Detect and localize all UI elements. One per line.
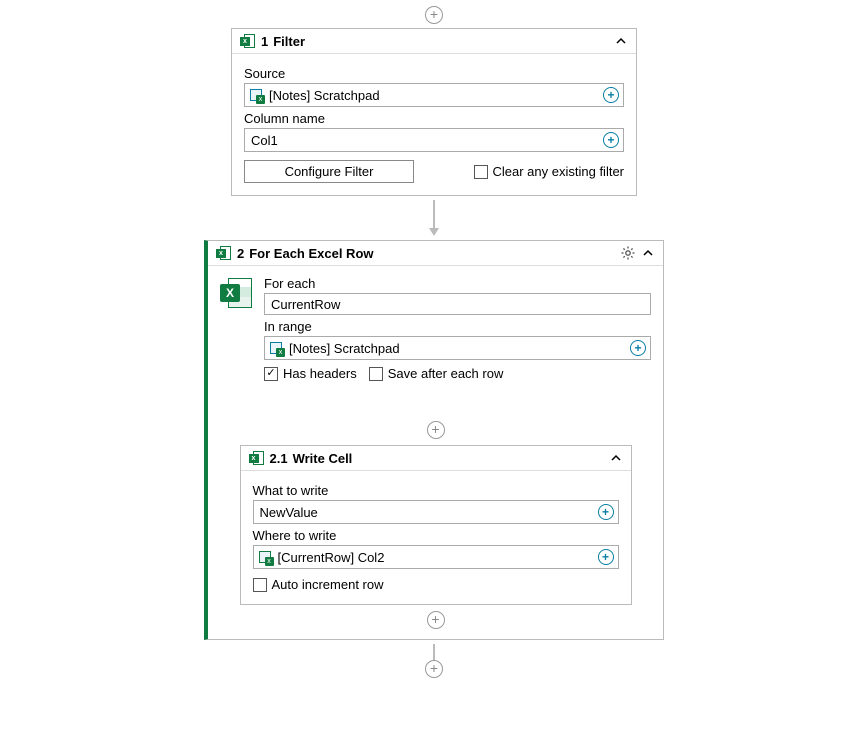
clear-filter-label: Clear any existing filter	[493, 164, 625, 179]
add-activity-inner-bottom[interactable]	[427, 611, 445, 629]
column-value: Col1	[249, 133, 603, 148]
foreach-label: For each	[264, 276, 651, 291]
checkbox-icon	[474, 165, 488, 179]
where-value: [CurrentRow] Col2	[276, 550, 598, 565]
clear-filter-checkbox[interactable]: Clear any existing filter	[474, 164, 625, 179]
source-value: [Notes] Scratchpad	[267, 88, 603, 103]
chevron-up-icon[interactable]	[614, 34, 628, 48]
activity-index: 1	[261, 34, 268, 49]
chevron-up-icon[interactable]	[609, 451, 623, 465]
excel-icon: x	[216, 245, 232, 261]
chevron-up-icon[interactable]	[641, 246, 655, 260]
what-field[interactable]: NewValue	[253, 500, 619, 524]
activity-filter: x 1 Filter Source x [Notes] Scratchpad C…	[231, 28, 637, 196]
source-add-icon[interactable]	[603, 87, 619, 103]
checkbox-icon	[264, 367, 278, 381]
checkbox-icon	[253, 578, 267, 592]
excel-large-icon: X	[220, 276, 254, 310]
excel-icon: x	[240, 33, 256, 49]
inrange-label: In range	[264, 319, 651, 334]
activity-index: 2	[237, 246, 244, 261]
auto-increment-checkbox[interactable]: Auto increment row	[253, 577, 619, 592]
save-after-row-label: Save after each row	[388, 366, 504, 381]
auto-increment-label: Auto increment row	[272, 577, 384, 592]
where-add-icon[interactable]	[598, 549, 614, 565]
gear-icon[interactable]	[620, 245, 636, 261]
column-field[interactable]: Col1	[244, 128, 624, 152]
add-activity-inner-top[interactable]	[427, 421, 445, 439]
source-label: Source	[244, 66, 624, 81]
activity-for-each-excel-row: x 2 For Each Excel Row X For each In ran…	[204, 240, 664, 640]
range-icon: x	[249, 88, 263, 102]
what-label: What to write	[253, 483, 619, 498]
has-headers-label: Has headers	[283, 366, 357, 381]
activity-header[interactable]: x 2.1 Write Cell	[241, 446, 631, 471]
activity-title: Write Cell	[293, 451, 353, 466]
checkbox-icon	[369, 367, 383, 381]
inrange-value: [Notes] Scratchpad	[287, 341, 630, 356]
column-label: Column name	[244, 111, 624, 126]
inrange-field[interactable]: x [Notes] Scratchpad	[264, 336, 651, 360]
what-add-icon[interactable]	[598, 504, 614, 520]
has-headers-checkbox[interactable]: Has headers	[264, 366, 357, 381]
where-label: Where to write	[253, 528, 619, 543]
activity-title: For Each Excel Row	[249, 246, 373, 261]
activity-header[interactable]: x 1 Filter	[232, 29, 636, 54]
activity-header[interactable]: x 2 For Each Excel Row	[208, 241, 663, 266]
save-after-row-checkbox[interactable]: Save after each row	[369, 366, 504, 381]
add-activity-top[interactable]	[425, 6, 443, 24]
cell-icon: x	[258, 550, 272, 564]
where-field[interactable]: x [CurrentRow] Col2	[253, 545, 619, 569]
source-field[interactable]: x [Notes] Scratchpad	[244, 83, 624, 107]
range-icon: x	[269, 341, 283, 355]
activity-title: Filter	[273, 34, 305, 49]
activity-index: 2.1	[270, 451, 288, 466]
foreach-input[interactable]	[264, 293, 651, 315]
activity-write-cell: x 2.1 Write Cell What to write NewValue	[240, 445, 632, 605]
configure-filter-button[interactable]: Configure Filter	[244, 160, 414, 183]
connector-arrow	[0, 200, 868, 236]
excel-icon: x	[249, 450, 265, 466]
connector-line	[433, 644, 435, 660]
inrange-add-icon[interactable]	[630, 340, 646, 356]
column-add-icon[interactable]	[603, 132, 619, 148]
what-value: NewValue	[258, 505, 598, 520]
add-activity-bottom[interactable]	[425, 660, 443, 678]
